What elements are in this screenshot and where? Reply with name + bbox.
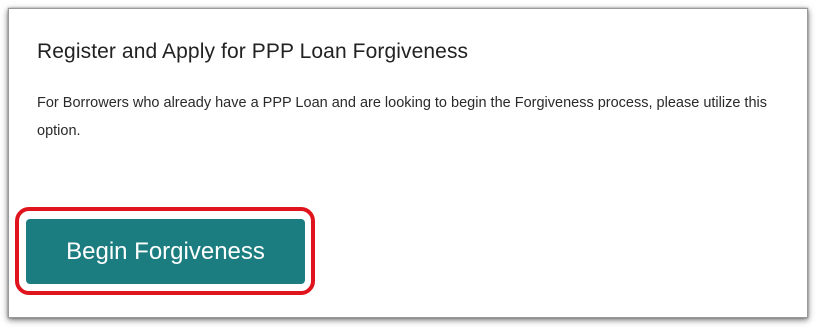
begin-forgiveness-button[interactable]: Begin Forgiveness — [26, 219, 305, 284]
card-description: For Borrowers who already have a PPP Loa… — [37, 95, 767, 139]
card-title: Register and Apply for PPP Loan Forgiven… — [37, 40, 469, 63]
